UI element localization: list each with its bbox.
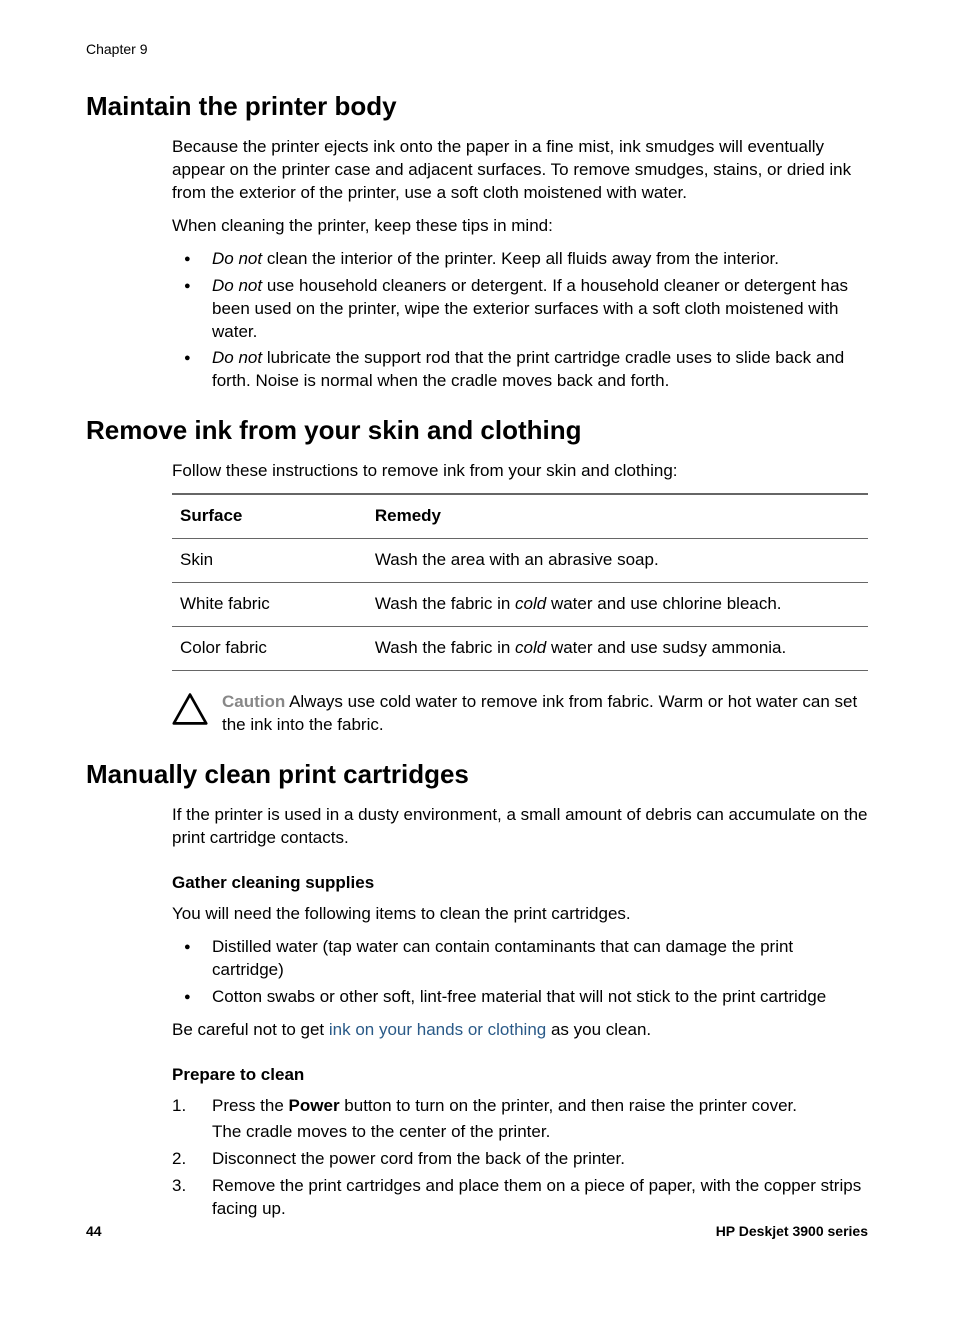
chapter-label: Chapter 9 (86, 40, 868, 59)
section3-p1: If the printer is used in a dusty enviro… (172, 804, 868, 850)
section1-title: Maintain the printer body (86, 89, 868, 124)
steps-list: Press the Power button to turn on the pr… (172, 1095, 868, 1222)
emphasis: Do not (212, 348, 262, 367)
caution-box: Caution Always use cold water to remove … (172, 691, 868, 737)
list-item: Do not use household cleaners or deterge… (172, 275, 868, 344)
bullet-text: clean the interior of the printer. Keep … (262, 249, 779, 268)
ink-link[interactable]: ink on your hands or clothing (329, 1020, 546, 1039)
cell-surface: Skin (172, 539, 367, 583)
list-item: Cotton swabs or other soft, lint-free ma… (172, 986, 868, 1009)
header-surface: Surface (172, 494, 367, 538)
remedy-table: Surface Remedy Skin Wash the area with a… (172, 493, 868, 671)
emphasis-bold: Power (289, 1096, 340, 1115)
section2-p1: Follow these instructions to remove ink … (172, 460, 868, 483)
list-item: Do not lubricate the support rod that th… (172, 347, 868, 393)
step-item: Remove the print cartridges and place th… (172, 1175, 868, 1221)
cell-remedy: Wash the fabric in cold water and use ch… (367, 583, 868, 627)
product-name: HP Deskjet 3900 series (716, 1222, 868, 1241)
bullet-text: use household cleaners or detergent. If … (212, 276, 848, 341)
step-item: Disconnect the power cord from the back … (172, 1148, 868, 1171)
cell-remedy: Wash the fabric in cold water and use su… (367, 627, 868, 671)
emphasis: Do not (212, 249, 262, 268)
cell-remedy: Wash the area with an abrasive soap. (367, 539, 868, 583)
page-footer: 44 HP Deskjet 3900 series (86, 1222, 868, 1241)
section1-p2: When cleaning the printer, keep these ti… (172, 215, 868, 238)
table-row: Skin Wash the area with an abrasive soap… (172, 539, 868, 583)
sub1-bullets: Distilled water (tap water can contain c… (172, 936, 868, 1009)
section1-p1: Because the printer ejects ink onto the … (172, 136, 868, 205)
sub1-title: Gather cleaning supplies (172, 872, 868, 895)
emphasis: Do not (212, 276, 262, 295)
sub1-p1: You will need the following items to cle… (172, 903, 868, 926)
step-item: Press the Power button to turn on the pr… (172, 1095, 868, 1145)
step-sub: The cradle moves to the center of the pr… (212, 1121, 868, 1144)
sub1-p2: Be careful not to get ink on your hands … (172, 1019, 868, 1042)
section2-title: Remove ink from your skin and clothing (86, 413, 868, 448)
caution-label: Caution (222, 692, 285, 711)
page-number: 44 (86, 1222, 102, 1241)
list-item: Distilled water (tap water can contain c… (172, 936, 868, 982)
caution-text: Caution Always use cold water to remove … (222, 691, 868, 737)
header-remedy: Remedy (367, 494, 868, 538)
cell-surface: Color fabric (172, 627, 367, 671)
section1-bullets: Do not clean the interior of the printer… (172, 248, 868, 394)
table-header-row: Surface Remedy (172, 494, 868, 538)
bullet-text: lubricate the support rod that the print… (212, 348, 844, 390)
caution-icon (172, 691, 208, 734)
table-row: White fabric Wash the fabric in cold wat… (172, 583, 868, 627)
section3-title: Manually clean print cartridges (86, 757, 868, 792)
sub2-title: Prepare to clean (172, 1064, 868, 1087)
cell-surface: White fabric (172, 583, 367, 627)
list-item: Do not clean the interior of the printer… (172, 248, 868, 271)
table-row: Color fabric Wash the fabric in cold wat… (172, 627, 868, 671)
